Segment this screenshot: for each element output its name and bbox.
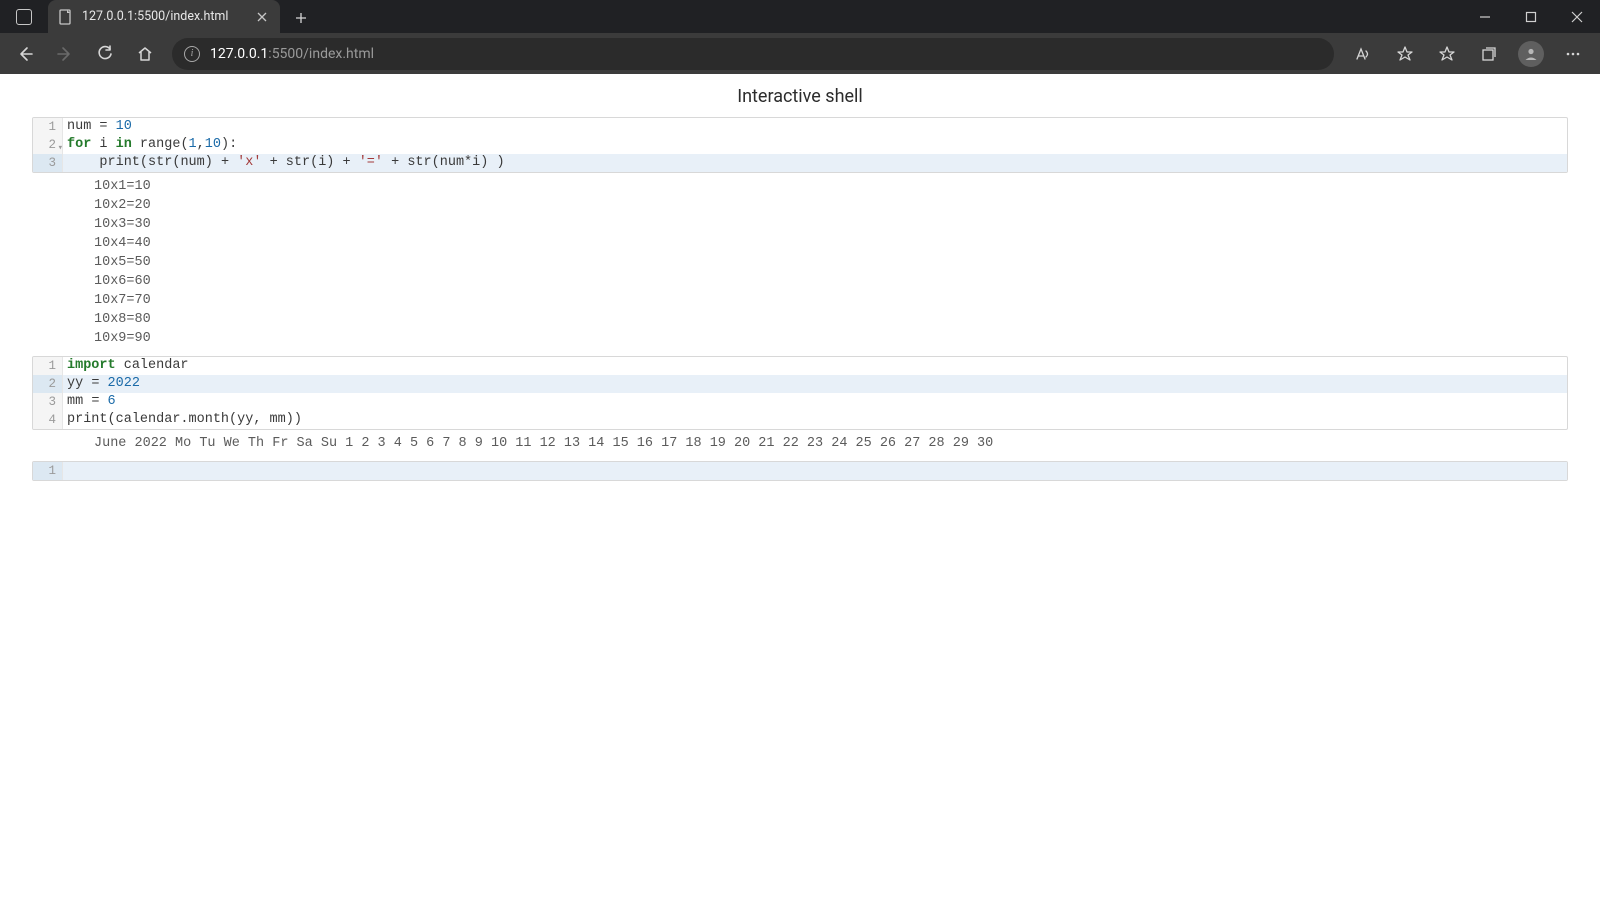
line-number: 2▾ bbox=[33, 136, 63, 154]
cell-output: 10x1=10 10x2=20 10x3=30 10x4=40 10x5=50 … bbox=[32, 173, 1568, 356]
refresh-button[interactable] bbox=[86, 37, 124, 71]
refresh-icon bbox=[96, 45, 114, 63]
window-close-button[interactable] bbox=[1554, 0, 1600, 33]
line-number: 3 bbox=[33, 393, 63, 411]
code-line[interactable]: 2yy = 2022 bbox=[33, 375, 1567, 393]
code-content[interactable]: import calendar bbox=[63, 357, 189, 375]
site-info-icon[interactable]: i bbox=[184, 46, 200, 62]
read-aloud-button[interactable] bbox=[1342, 37, 1384, 71]
tab-actions-icon bbox=[16, 9, 32, 25]
code-content[interactable]: for i in range(1,10): bbox=[63, 136, 237, 154]
arrow-left-icon bbox=[16, 45, 34, 63]
code-cell[interactable]: 1num = 102▾for i in range(1,10):3 print(… bbox=[32, 117, 1568, 173]
code-content[interactable]: print(str(num) + 'x' + str(i) + '=' + st… bbox=[63, 154, 505, 172]
home-button[interactable] bbox=[126, 37, 164, 71]
maximize-icon bbox=[1525, 11, 1537, 23]
star-icon bbox=[1438, 45, 1456, 63]
star-plus-icon bbox=[1396, 45, 1414, 63]
code-content[interactable] bbox=[63, 462, 67, 480]
line-number: 4 bbox=[33, 411, 63, 429]
code-line[interactable]: 1import calendar bbox=[33, 357, 1567, 375]
code-content[interactable]: print(calendar.month(yy, mm)) bbox=[63, 411, 302, 429]
minimize-icon bbox=[1479, 11, 1491, 23]
page-title: Interactive shell bbox=[0, 86, 1600, 107]
code-content[interactable]: mm = 6 bbox=[63, 393, 116, 411]
favorites-add-button[interactable] bbox=[1384, 37, 1426, 71]
window-maximize-button[interactable] bbox=[1508, 0, 1554, 33]
home-icon bbox=[136, 45, 154, 63]
collections-icon bbox=[1480, 45, 1498, 63]
code-line[interactable]: 1 bbox=[33, 462, 1567, 480]
forward-button[interactable] bbox=[46, 37, 84, 71]
tab-close-button[interactable] bbox=[254, 9, 270, 25]
close-icon bbox=[1571, 11, 1583, 23]
line-number: 1 bbox=[33, 462, 63, 480]
close-icon bbox=[257, 12, 267, 22]
code-line[interactable]: 2▾for i in range(1,10): bbox=[33, 136, 1567, 154]
collections-button[interactable] bbox=[1468, 37, 1510, 71]
avatar-icon bbox=[1518, 41, 1544, 67]
page-favicon-icon bbox=[58, 9, 74, 25]
arrow-right-icon bbox=[56, 45, 74, 63]
plus-icon bbox=[295, 12, 307, 24]
new-tab-button[interactable] bbox=[286, 3, 316, 33]
read-aloud-icon bbox=[1354, 45, 1372, 63]
browser-tab[interactable]: 127.0.0.1:5500/index.html bbox=[48, 0, 280, 33]
window-minimize-button[interactable] bbox=[1462, 0, 1508, 33]
code-cell[interactable]: 1import calendar2yy = 20223mm = 64print(… bbox=[32, 356, 1568, 430]
menu-button[interactable] bbox=[1552, 37, 1594, 71]
shell-area: 1num = 102▾for i in range(1,10):3 print(… bbox=[0, 117, 1600, 481]
code-line[interactable]: 3mm = 6 bbox=[33, 393, 1567, 411]
address-bar[interactable]: i 127.0.0.1:5500/index.html bbox=[172, 38, 1334, 70]
line-number: 1 bbox=[33, 118, 63, 136]
tab-title: 127.0.0.1:5500/index.html bbox=[82, 9, 246, 24]
line-number: 3 bbox=[33, 154, 63, 172]
code-content[interactable]: num = 10 bbox=[63, 118, 132, 136]
browser-toolbar: i 127.0.0.1:5500/index.html bbox=[0, 33, 1600, 74]
more-horizontal-icon bbox=[1564, 45, 1582, 63]
line-number: 1 bbox=[33, 357, 63, 375]
browser-tab-strip: 127.0.0.1:5500/index.html bbox=[0, 0, 1600, 33]
code-line[interactable]: 3 print(str(num) + 'x' + str(i) + '=' + … bbox=[33, 154, 1567, 172]
profile-button[interactable] bbox=[1510, 37, 1552, 71]
window-controls bbox=[1462, 0, 1600, 33]
url-path: :5500/index.html bbox=[268, 46, 374, 62]
code-line[interactable]: 1num = 10 bbox=[33, 118, 1567, 136]
code-line[interactable]: 4print(calendar.month(yy, mm)) bbox=[33, 411, 1567, 429]
page-body: Interactive shell 1num = 102▾for i in ra… bbox=[0, 74, 1600, 481]
url-text: 127.0.0.1:5500/index.html bbox=[210, 46, 374, 62]
url-host: 127.0.0.1 bbox=[210, 46, 268, 62]
cell-output: June 2022 Mo Tu We Th Fr Sa Su 1 2 3 4 5… bbox=[32, 430, 1568, 461]
code-content[interactable]: yy = 2022 bbox=[63, 375, 140, 393]
line-number: 2 bbox=[33, 375, 63, 393]
favorites-button[interactable] bbox=[1426, 37, 1468, 71]
code-cell[interactable]: 1 bbox=[32, 461, 1568, 481]
back-button[interactable] bbox=[6, 37, 44, 71]
tab-actions-button[interactable] bbox=[0, 0, 48, 33]
